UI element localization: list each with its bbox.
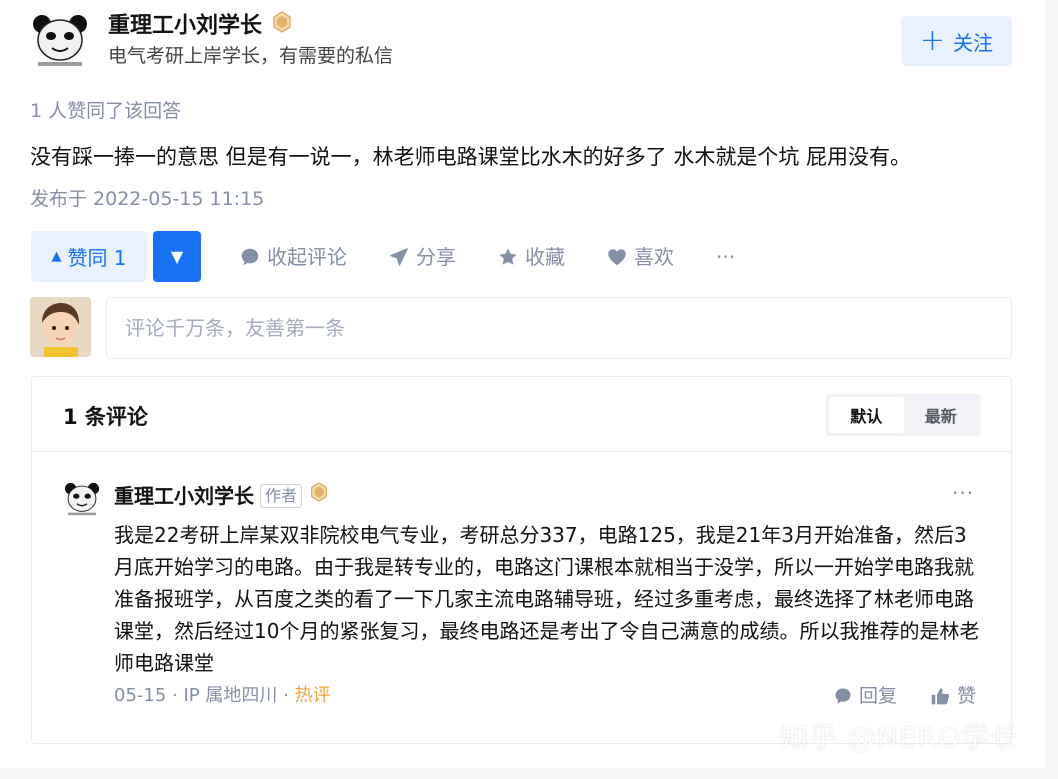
- answer-card: 重理工小刘学长 电气考研上岸学长，有需要的私信 + 关注 1 人赞同了该回答 没…: [0, 0, 1046, 768]
- comment-meta: 05-15 · IP 属地四川 · 热评: [114, 682, 331, 710]
- triangle-down-icon: ▼: [170, 247, 184, 266]
- current-user-avatar: [30, 297, 91, 357]
- verified-badge-icon: [270, 10, 294, 43]
- comments-sort-toggle: 默认 最新: [826, 394, 981, 436]
- meta-separator: ·: [172, 685, 184, 706]
- like-label: 喜欢: [634, 245, 674, 269]
- like-comment-label: 赞: [957, 685, 977, 707]
- comment-reply-button[interactable]: 回复: [833, 682, 897, 710]
- sort-latest-tab[interactable]: 最新: [904, 397, 979, 433]
- collapse-comments-button[interactable]: 收起评论: [239, 243, 347, 271]
- follow-button[interactable]: + 关注: [901, 16, 1012, 66]
- follow-label: 关注: [953, 30, 994, 55]
- answer-text: 没有踩一捧一的意思 但是有一说一，林老师电路课堂比水木的好多了 水木就是个坑 屁…: [30, 145, 912, 169]
- author-tag-badge: 作者: [260, 484, 303, 508]
- vote-down-button[interactable]: ▼: [153, 231, 201, 282]
- comment-text: 我是22考研上岸某双非院校电气专业，考研总分337，电路125，我是21年3月开…: [114, 523, 980, 675]
- reply-label: 回复: [859, 685, 898, 707]
- comments-count: 1 条评论: [63, 405, 148, 429]
- paper-plane-icon: [390, 248, 408, 266]
- comment-ip-location: IP 属地四川: [183, 685, 278, 706]
- comment-date: 05-15: [114, 685, 167, 706]
- comment-input[interactable]: [106, 297, 1012, 359]
- favorite-label: 收藏: [525, 245, 565, 269]
- comments-divider: [32, 451, 1011, 452]
- share-label: 分享: [416, 245, 456, 269]
- more-icon: ···: [716, 245, 736, 269]
- comment-author-name-text[interactable]: 重理工小刘学长: [114, 481, 254, 511]
- author-name[interactable]: 重理工小刘学长: [108, 10, 294, 43]
- collapse-comments-label: 收起评论: [267, 245, 347, 269]
- share-button[interactable]: 分享: [388, 243, 456, 271]
- author-avatar[interactable]: [30, 12, 90, 72]
- vote-up-button[interactable]: ▲ 赞同 1: [31, 231, 147, 282]
- author-name-text[interactable]: 重理工小刘学长: [108, 14, 262, 39]
- likers-count[interactable]: 1 人赞同了该回答: [30, 96, 181, 123]
- star-icon: [499, 248, 517, 265]
- author-bio: 电气考研上岸学长，有需要的私信: [108, 45, 394, 67]
- heart-icon: [608, 249, 626, 266]
- plus-icon: +: [919, 23, 946, 58]
- triangle-up-icon: ▲: [51, 249, 62, 264]
- comment-author-name: 重理工小刘学长 作者: [114, 481, 330, 511]
- watermark-text: 知乎 @NERO学长: [780, 721, 1020, 754]
- comment-more-button[interactable]: ···: [952, 481, 974, 505]
- vote-up-label: 赞同 1: [67, 246, 127, 270]
- sort-default-tab[interactable]: 默认: [829, 397, 904, 433]
- hot-comment-label: 热评: [294, 685, 331, 706]
- meta-separator: ·: [283, 685, 295, 706]
- favorite-button[interactable]: 收藏: [497, 243, 565, 271]
- comments-panel: 1 条评论 默认 最新 重理工小刘学长 作者 ··· 我是22考研上岸某双非院校…: [31, 376, 1012, 744]
- verified-badge-icon: [308, 481, 330, 511]
- comment-bubble-icon: [241, 248, 259, 266]
- publish-time[interactable]: 发布于 2022-05-15 11:15: [30, 185, 264, 213]
- thumbs-up-icon: [931, 687, 949, 704]
- comment-author-avatar[interactable]: [63, 481, 101, 519]
- comment-bubble-icon: [835, 688, 851, 704]
- more-actions-button[interactable]: ···: [716, 243, 735, 271]
- comment-like-button[interactable]: 赞: [930, 682, 976, 710]
- like-button[interactable]: 喜欢: [606, 243, 674, 271]
